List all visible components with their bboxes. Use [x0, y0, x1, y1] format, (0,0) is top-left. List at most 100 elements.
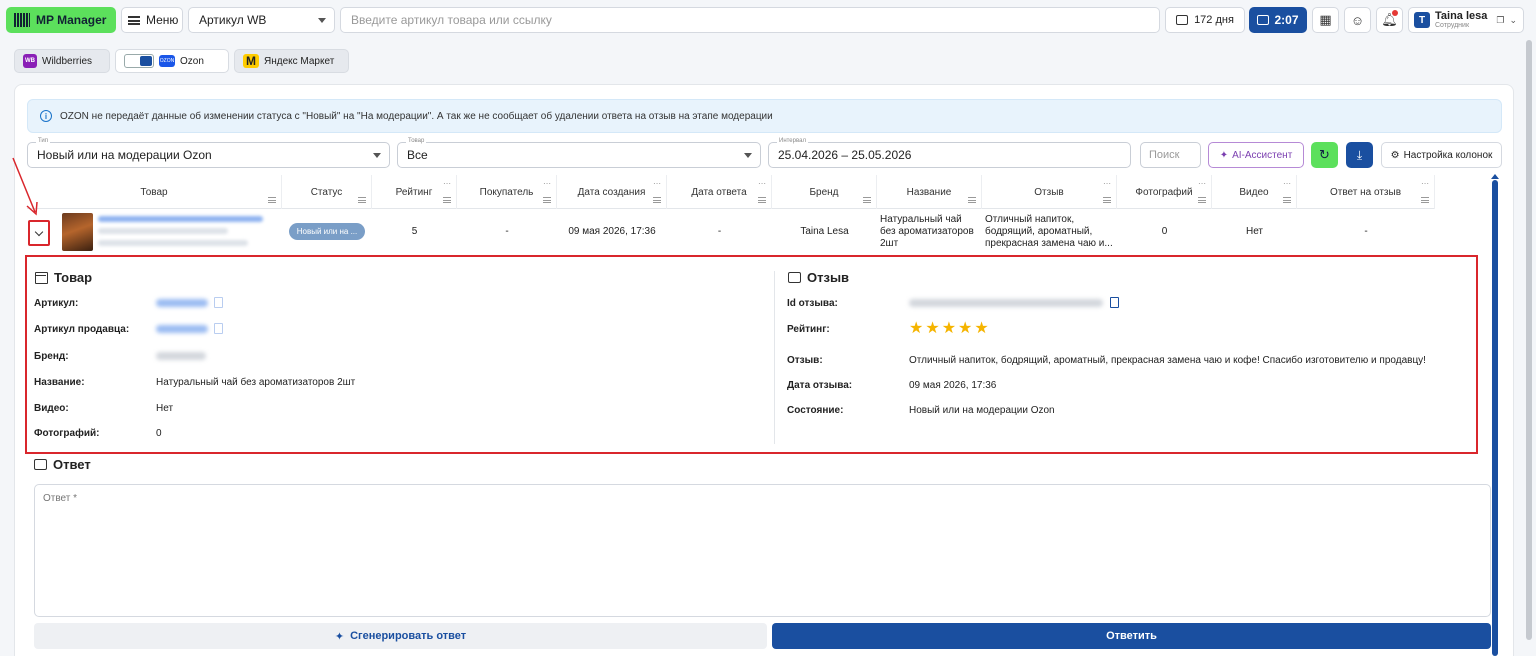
article-search-input[interactable]: [340, 7, 1160, 33]
ai-assistant-button[interactable]: ✦ AI-Ассистент: [1208, 142, 1304, 168]
more-icon[interactable]: ⋯: [543, 179, 551, 188]
app-logo[interactable]: MP Manager: [6, 7, 116, 33]
feedback-button[interactable]: ☺: [1344, 7, 1371, 33]
copy-icon[interactable]: [214, 297, 223, 308]
more-icon[interactable]: ⋯: [758, 179, 766, 188]
article-type-select[interactable]: Артикул WB: [188, 7, 335, 33]
column-menu-icon[interactable]: [268, 197, 276, 203]
column-menu-icon[interactable]: [358, 197, 366, 203]
column-menu-icon[interactable]: [1283, 197, 1291, 203]
column-menu-icon[interactable]: [1103, 197, 1111, 203]
column-header-answered[interactable]: Дата ответа ⋯: [667, 175, 772, 209]
product-brand-value: [156, 352, 206, 360]
marketplace-tab-wildberries[interactable]: WB Wildberries: [14, 49, 110, 73]
column-header-created[interactable]: Дата создания ⋯: [557, 175, 667, 209]
star-icon: ★: [941, 320, 957, 337]
page-scrollbar[interactable]: [1526, 40, 1532, 640]
more-icon[interactable]: ⋯: [1283, 179, 1291, 188]
submit-reply-button[interactable]: Ответить: [772, 623, 1491, 649]
type-filter-select[interactable]: Тип Новый или на модерации Ozon: [27, 138, 390, 168]
column-settings-button[interactable]: ⚙ Настройка колонок: [1381, 142, 1502, 168]
goods-filter-label: Товар: [406, 138, 427, 144]
column-header-status[interactable]: Статус: [282, 175, 372, 209]
download-button[interactable]: ⤓: [1346, 142, 1373, 168]
copy-icon[interactable]: [214, 323, 223, 334]
refresh-icon: ↻: [1319, 147, 1330, 162]
video-timer-button[interactable]: 2:07: [1249, 7, 1307, 33]
column-header-product[interactable]: Товар: [27, 175, 282, 209]
column-header-brand[interactable]: Бренд: [772, 175, 877, 209]
scroll-up-icon[interactable]: [1491, 174, 1499, 179]
subscription-days: 172 дня: [1194, 14, 1234, 26]
table-header: Товар Статус Рейтинг ⋯ Покупатель ⋯ Дата с…: [27, 175, 1435, 209]
sparkle-icon: ✦: [334, 630, 345, 643]
column-header-reply[interactable]: Ответ на отзыв ⋯: [1297, 175, 1435, 209]
reply-section-title: Ответ: [34, 457, 91, 472]
menu-button[interactable]: Меню: [121, 7, 183, 33]
cell-brand: Taina Lesa: [800, 226, 849, 237]
status-badge: Новый или на ...: [288, 223, 366, 240]
product-photos-label: Фотографий:: [34, 428, 100, 439]
hamburger-icon: [128, 15, 140, 25]
sparkle-icon: ✦: [1219, 149, 1229, 161]
goods-filter-select[interactable]: Товар Все: [397, 138, 761, 168]
product-name-label: Название:: [34, 377, 85, 388]
column-header-photos[interactable]: Фотографий ⋯: [1117, 175, 1212, 209]
marketplace-label: Ozon: [180, 55, 204, 67]
barcode-icon: [14, 13, 30, 27]
user-menu[interactable]: T Taina lesa Сотрудник ❐ ⌄: [1408, 7, 1524, 33]
wildberries-logo-icon: WB: [23, 54, 37, 68]
notification-badge: [1392, 10, 1398, 16]
product-section-title: Товар: [35, 270, 92, 285]
more-icon[interactable]: ⋯: [1421, 179, 1429, 188]
table-search-input[interactable]: Поиск: [1140, 142, 1201, 168]
user-info: Taina lesa Сотрудник: [1435, 10, 1487, 30]
calendar-button[interactable]: ▦: [1312, 7, 1339, 33]
refresh-button[interactable]: ↻: [1311, 142, 1338, 168]
column-menu-icon[interactable]: [968, 197, 976, 203]
cell-buyer: -: [505, 226, 509, 237]
top-bar: MP Manager Меню Артикул WB 172 дня 2:07 …: [0, 0, 1536, 40]
review-id-label: Id отзыва:: [787, 298, 838, 309]
annotation-arrow-icon: [12, 157, 38, 216]
more-icon[interactable]: ⋯: [653, 179, 661, 188]
marketplace-toggle[interactable]: [124, 54, 154, 68]
info-text: OZON не передаёт данные об изменении ста…: [60, 110, 773, 122]
column-menu-icon[interactable]: [543, 197, 551, 203]
table-scrollbar[interactable]: [1492, 180, 1498, 656]
column-menu-icon[interactable]: [1198, 197, 1206, 203]
table-row[interactable]: Новый или на ... 5 - 09 мая 2026, 17:36 …: [27, 209, 1435, 254]
column-header-buyer[interactable]: Покупатель ⋯: [457, 175, 557, 209]
column-menu-icon[interactable]: [1421, 197, 1429, 203]
column-menu-icon[interactable]: [443, 197, 451, 203]
column-menu-icon[interactable]: [653, 197, 661, 203]
column-header-review[interactable]: Отзыв ⋯: [982, 175, 1117, 209]
review-text-value: Отличный напиток, бодрящий, ароматный, п…: [909, 355, 1426, 366]
review-rating-stars: ★ ★ ★ ★ ★: [909, 321, 989, 337]
subscription-days-button[interactable]: 172 дня: [1165, 7, 1245, 33]
cell-review: Отличный напиток, бодрящий, ароматный, п…: [985, 213, 1113, 249]
cell-rating: 5: [411, 226, 418, 237]
column-header-video[interactable]: Видео ⋯: [1212, 175, 1297, 209]
column-header-name[interactable]: Название: [877, 175, 982, 209]
timer-value: 2:07: [1274, 13, 1299, 27]
reply-textarea[interactable]: [34, 484, 1491, 617]
more-icon[interactable]: ⋯: [443, 179, 451, 188]
comments-icon: [34, 459, 47, 470]
marketplace-tab-yandex-market[interactable]: M Яндекс Маркет: [234, 49, 349, 73]
column-header-rating[interactable]: Рейтинг ⋯: [372, 175, 457, 209]
notifications-button[interactable]: 🔔︎: [1376, 7, 1403, 33]
interval-filter-input[interactable]: Интервал 25.04.2026 – 25.05.2026: [768, 138, 1131, 168]
user-role: Сотрудник: [1435, 21, 1470, 29]
marketplace-label: Яндекс Маркет: [264, 55, 335, 67]
more-icon[interactable]: ⋯: [1198, 179, 1206, 188]
column-menu-icon[interactable]: [863, 197, 871, 203]
cell-created: 09 мая 2026, 17:36: [568, 226, 656, 237]
generate-reply-button[interactable]: ✦ Сгенерировать ответ: [34, 623, 767, 649]
ozon-logo-icon: OZON: [159, 55, 175, 67]
more-icon[interactable]: ⋯: [1103, 179, 1111, 188]
product-video-label: Видео:: [34, 403, 69, 414]
column-menu-icon[interactable]: [758, 197, 766, 203]
copy-icon[interactable]: [1110, 297, 1119, 308]
marketplace-tab-ozon[interactable]: OZON Ozon: [115, 49, 229, 73]
